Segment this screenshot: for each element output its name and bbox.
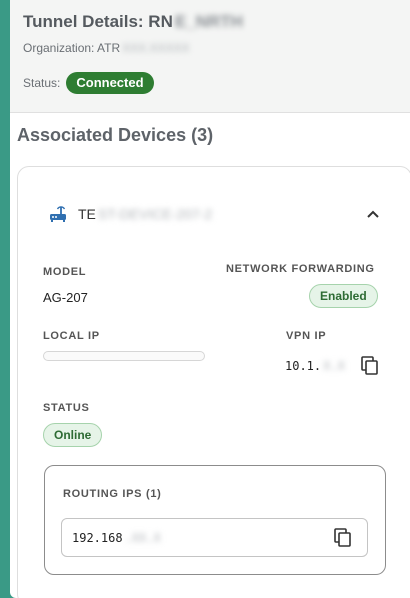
vpn-ip-label: VPN IP [286, 330, 327, 342]
status-label: Status: [23, 76, 61, 90]
associated-devices-title: Associated Devices (3) [17, 125, 214, 145]
model-value: AG-207 [43, 290, 88, 305]
network-forwarding-badge: Enabled [309, 284, 378, 308]
chevron-up-icon[interactable] [365, 207, 381, 219]
device-header[interactable]: TE ST-DEVICE-207-2 [48, 205, 212, 223]
tunnel-title-redacted: E_NRTH [174, 12, 243, 31]
organization-text: Organization: ATR [23, 41, 121, 55]
network-forwarding-label: NETWORK FORWARDING [226, 263, 375, 275]
vpn-ip-value: 10.1. X.X [285, 359, 345, 373]
routing-ip-text: 192.168 [72, 531, 123, 545]
routing-ips-label: ROUTING IPS (1) [63, 488, 162, 500]
routing-ips-section: ROUTING IPS (1) 192.168 .XX.X [44, 465, 386, 575]
organization-redacted: XXX.XXXXX [122, 41, 190, 55]
copy-icon[interactable] [361, 356, 379, 376]
device-name: TE ST-DEVICE-207-2 [78, 206, 212, 222]
device-card: TE ST-DEVICE-207-2 MODEL AG-207 NETWORK F… [17, 166, 410, 598]
vpn-ip-text: 10.1. [285, 359, 322, 373]
device-status-badge: Online [43, 423, 103, 447]
device-name-redacted: ST-DEVICE-207-2 [97, 206, 213, 222]
copy-icon[interactable] [334, 528, 352, 548]
tunnel-title-text: Tunnel Details: RN [23, 12, 173, 31]
routing-ip-redacted: .XX.X [124, 531, 161, 545]
status-label: STATUS [43, 402, 90, 414]
status-badge: Connected [66, 72, 154, 94]
local-ip-value-field [43, 351, 205, 361]
model-label: MODEL [43, 266, 87, 278]
organization-line: Organization: ATR XXX.XXXXX [23, 41, 190, 55]
tunnel-details-panel: Tunnel Details: RN E_NRTH Organization: A… [10, 0, 410, 598]
tunnel-header: Tunnel Details: RN E_NRTH Organization: A… [10, 0, 410, 113]
router-icon [48, 205, 68, 223]
routing-ip-value: 192.168 .XX.X [72, 531, 161, 545]
routing-ip-field: 192.168 .XX.X [61, 518, 368, 557]
vpn-ip-redacted: X.X [323, 359, 345, 373]
tunnel-title: Tunnel Details: RN E_NRTH [23, 12, 243, 32]
local-ip-label: LOCAL IP [43, 330, 100, 342]
tunnel-status: Status: Connected [23, 72, 154, 94]
device-name-text: TE [78, 206, 96, 222]
